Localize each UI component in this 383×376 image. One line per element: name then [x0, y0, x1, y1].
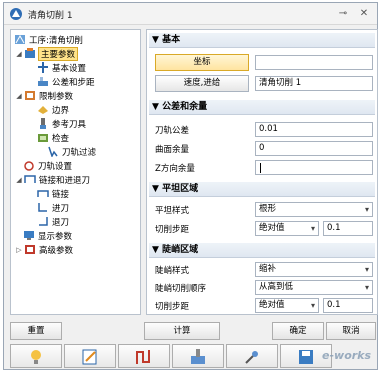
- toolpath-tolerance-field[interactable]: 0.01: [255, 122, 373, 137]
- z-stock-field[interactable]: [255, 160, 373, 175]
- flat-style-select[interactable]: 根形: [255, 202, 373, 217]
- steep-order-label: 陡峭切削顺序: [155, 284, 207, 294]
- calculate-button[interactable]: 计算: [144, 322, 220, 340]
- chevron-down-icon: ▼: [152, 245, 163, 255]
- tree-item-basic-settings[interactable]: 基本设置: [37, 61, 87, 74]
- tools-icon: [245, 351, 258, 364]
- limit-params-icon: [24, 90, 36, 101]
- surface-stock-label: 曲面余量: [155, 145, 190, 155]
- dialog-window: 清角切削 1 ⊸ ✕ 工序:清角切削 ◢ 主要参数 基本设置 公差和步距 ◢ 限…: [3, 2, 378, 370]
- operation-icon: [14, 34, 26, 45]
- chevron-down-icon: ▼: [152, 102, 163, 112]
- feed-speed-button[interactable]: 速度,进给: [155, 75, 249, 92]
- save-icon: [299, 350, 313, 364]
- tree-item-display-params[interactable]: 显示参数: [23, 229, 73, 242]
- edit-note-icon: [82, 349, 97, 365]
- pin-icon[interactable]: ⊸: [336, 7, 350, 21]
- surface-stock-field[interactable]: 0: [255, 141, 373, 156]
- flat-style-label: 平坦样式: [155, 206, 190, 216]
- steep-order-select[interactable]: 从高到低: [255, 280, 373, 295]
- coordinate-button[interactable]: 坐标: [155, 54, 249, 71]
- lightbulb-button[interactable]: [10, 344, 62, 368]
- title-bar[interactable]: 清角切削 1 ⊸ ✕: [4, 3, 377, 25]
- toolpath-settings-icon: [23, 160, 35, 171]
- flat-stepover-mode-select[interactable]: 绝对值: [255, 221, 319, 236]
- cancel-button[interactable]: 取消: [326, 322, 376, 340]
- section-basic-header[interactable]: ▼ 基本: [149, 33, 375, 48]
- steep-stepover-mode-select[interactable]: 绝对值: [255, 298, 319, 313]
- tree-item-check[interactable]: 检查: [37, 131, 70, 144]
- ok-button[interactable]: 确定: [272, 322, 324, 340]
- check-icon: [37, 132, 49, 143]
- tree-item-link-sub[interactable]: 链接: [37, 187, 70, 200]
- tree-item-toolpath-filter[interactable]: 刀轨过滤: [47, 145, 97, 158]
- tree-item-reference-tool[interactable]: 参考刀具: [37, 117, 87, 130]
- z-stock-label: Z方向余量: [155, 164, 195, 174]
- close-icon[interactable]: ✕: [357, 7, 371, 21]
- reset-button[interactable]: 重置: [10, 322, 62, 340]
- boundary-icon: [37, 104, 49, 115]
- tree-item-tolerance[interactable]: 公差和步距: [37, 75, 96, 88]
- link-icon: [24, 174, 36, 185]
- collapse-icon[interactable]: ◢: [15, 50, 23, 58]
- simulate-icon: [191, 349, 205, 364]
- flat-stepover-field[interactable]: 0.1: [323, 221, 373, 236]
- feed-speed-field[interactable]: 清角切削 1: [255, 76, 373, 91]
- display-params-icon: [23, 230, 35, 241]
- chevron-down-icon: ▼: [152, 184, 163, 194]
- collapse-icon[interactable]: ◢: [15, 176, 23, 184]
- toolpath-button[interactable]: [118, 344, 170, 368]
- tools-button[interactable]: [226, 344, 278, 368]
- tree-item-toolpath-settings[interactable]: 刀轨设置: [23, 159, 73, 172]
- chevron-down-icon: ▼: [152, 35, 163, 45]
- app-icon: [10, 8, 22, 20]
- parameter-tree[interactable]: 工序:清角切削 ◢ 主要参数 基本设置 公差和步距 ◢ 限制参数 边界 参考刀具: [10, 29, 141, 315]
- parameter-panel: ▼ 基本 坐标 速度,进给 清角切削 1 ▼ 公差和余量 刀轨公差 0.01 曲…: [146, 29, 378, 315]
- tree-item-lead-out[interactable]: 退刀: [37, 215, 70, 228]
- steep-style-label: 陡峭样式: [155, 266, 190, 276]
- tree-item-lead-in[interactable]: 进刀: [37, 201, 70, 214]
- section-steep-header[interactable]: ▼ 陡峭区域: [149, 243, 375, 258]
- tree-item-link[interactable]: ◢ 链接和进退刀: [15, 173, 91, 186]
- reference-tool-icon: [37, 118, 49, 129]
- tree-item-boundary[interactable]: 边界: [37, 103, 70, 116]
- link-sub-icon: [37, 188, 49, 199]
- toolpath-icon: [136, 350, 150, 364]
- collapse-icon[interactable]: ◢: [15, 92, 23, 100]
- toolpath-tolerance-label: 刀轨公差: [155, 126, 190, 136]
- watermark: e-works: [322, 349, 372, 362]
- advanced-params-icon: [24, 244, 36, 255]
- flat-stepover-label: 切削步距: [155, 225, 190, 235]
- basic-settings-icon: [37, 62, 49, 73]
- steep-stepover-label: 切削步距: [155, 302, 190, 312]
- steep-style-select[interactable]: 缩补: [255, 262, 373, 277]
- tolerance-icon: [37, 76, 49, 87]
- tree-item-limit-params[interactable]: ◢ 限制参数: [15, 89, 74, 102]
- main-params-icon: [24, 48, 36, 59]
- tree-item-operation[interactable]: 工序:清角切削: [14, 33, 84, 46]
- section-flat-header[interactable]: ▼ 平坦区域: [149, 182, 375, 197]
- coordinate-field[interactable]: [255, 55, 373, 70]
- lightbulb-icon: [31, 350, 41, 364]
- simulate-button[interactable]: [172, 344, 224, 368]
- section-tolerance-header[interactable]: ▼ 公差和余量: [149, 100, 375, 115]
- tree-item-advanced-params[interactable]: ▷ 高级参数: [15, 243, 74, 256]
- expand-icon[interactable]: ▷: [15, 246, 23, 254]
- toolpath-filter-icon: [47, 146, 59, 158]
- tree-item-main-params[interactable]: ◢ 主要参数: [15, 46, 79, 61]
- lead-in-icon: [37, 202, 49, 213]
- lead-out-icon: [37, 216, 49, 227]
- edit-note-button[interactable]: [64, 344, 116, 368]
- window-title: 清角切削 1: [28, 11, 73, 21]
- text-cursor: [260, 163, 261, 173]
- steep-stepover-field[interactable]: 0.1: [323, 298, 373, 313]
